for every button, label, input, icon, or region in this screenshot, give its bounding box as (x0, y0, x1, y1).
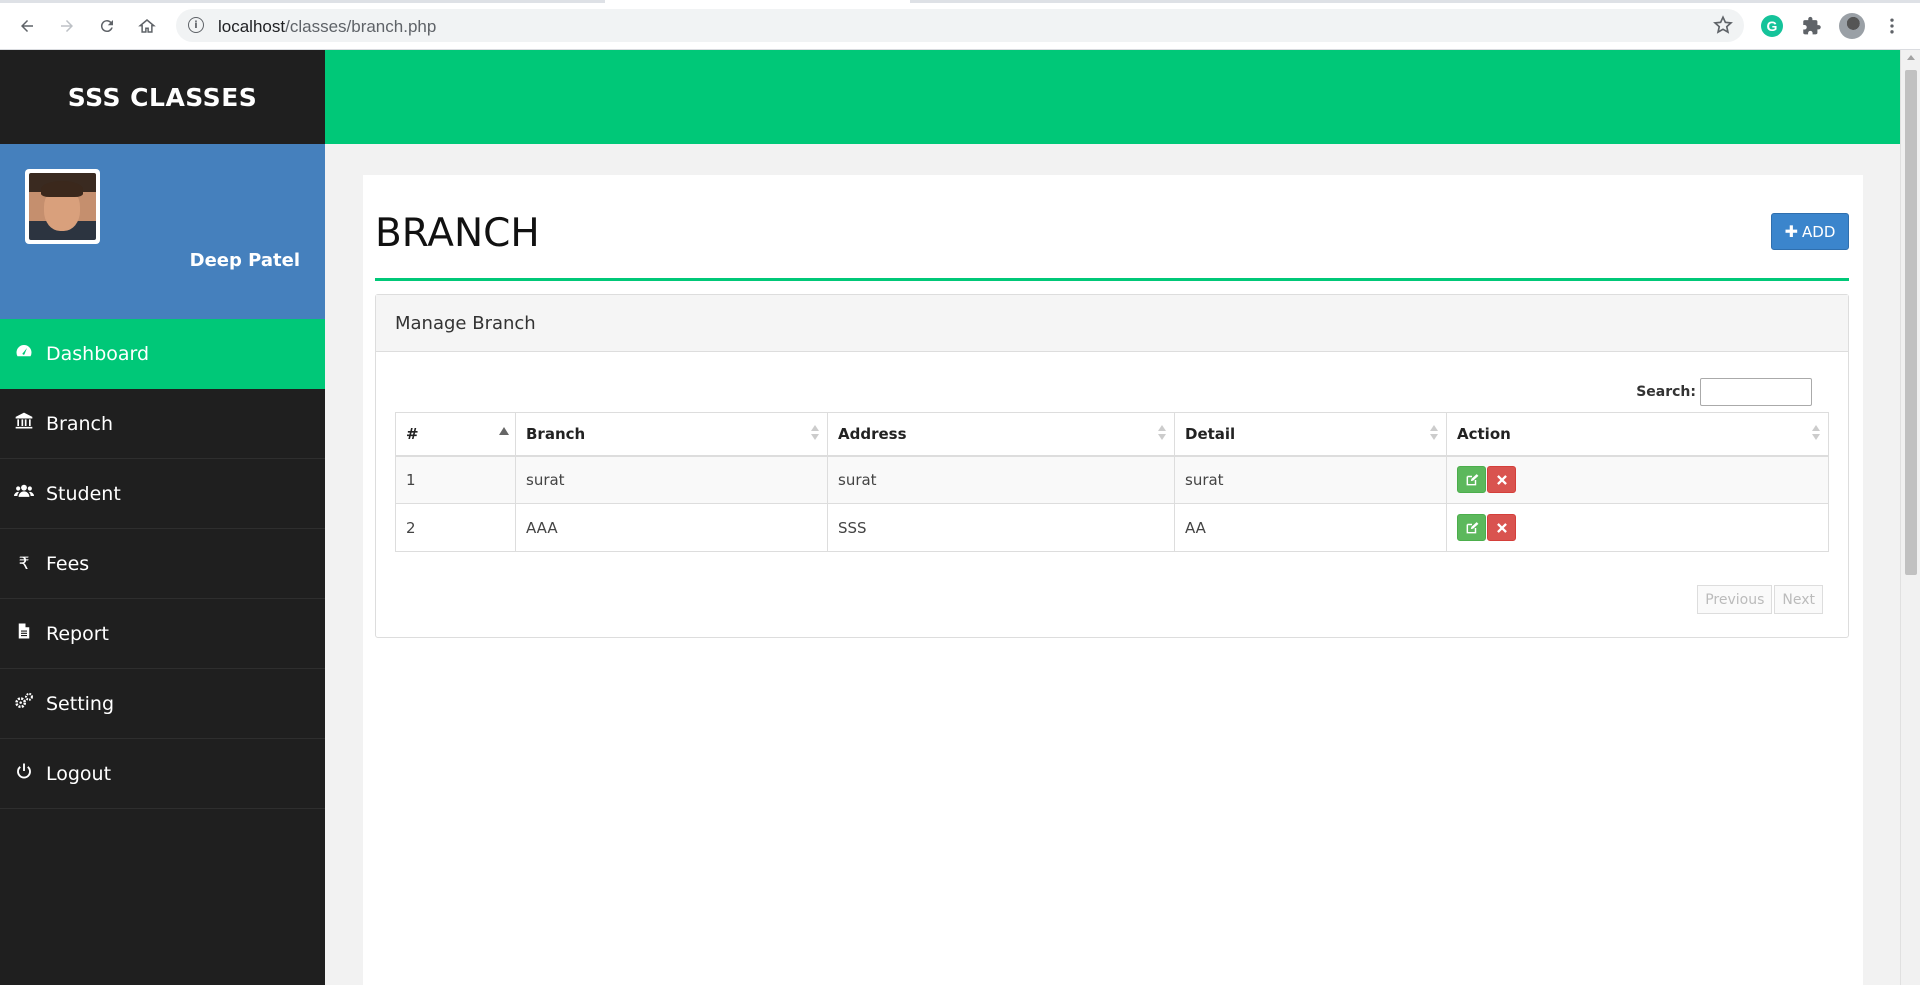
column-header-action[interactable]: Action (1446, 412, 1829, 457)
scrollbar-thumb[interactable] (1905, 70, 1917, 575)
tab-strip (0, 0, 1920, 3)
branch-table: # Branch Address Detail Action 1 surat s… (395, 412, 1829, 552)
add-branch-button[interactable]: ✚ ADD (1771, 213, 1849, 250)
sidebar-item-fees[interactable]: ₹ Fees (0, 529, 325, 599)
title-divider (375, 278, 1849, 281)
sidebar-item-student[interactable]: Student (0, 459, 325, 529)
main-content-card: BRANCH ✚ ADD Manage Branch Search: # Bra… (363, 175, 1863, 985)
sidebar-item-setting[interactable]: Setting (0, 669, 325, 739)
edit-icon (1466, 473, 1478, 486)
column-header-number[interactable]: # (395, 412, 516, 457)
user-name: Deep Patel (189, 250, 300, 271)
search-label: Search: (1636, 384, 1696, 400)
manage-branch-panel: Manage Branch Search: # Branch Address D… (375, 294, 1849, 638)
search-input[interactable] (1700, 378, 1812, 406)
sidebar-item-label: Report (46, 622, 109, 645)
previous-page-button[interactable]: Previous (1697, 585, 1773, 614)
scroll-up-arrow-icon[interactable] (1907, 55, 1915, 60)
table-row: 1 surat surat surat (395, 455, 1829, 504)
cell-address: SSS (827, 503, 1175, 552)
sidebar-item-label: Fees (46, 552, 90, 575)
column-header-detail[interactable]: Detail (1174, 412, 1447, 457)
plus-icon: ✚ (1784, 222, 1799, 241)
sidebar: SSS CLASSES Deep Patel Dashboard Branch … (0, 50, 325, 985)
address-bar[interactable]: i localhost/classes/branch.php (176, 9, 1744, 42)
active-tab[interactable] (605, 0, 910, 3)
sidebar-item-logout[interactable]: Logout (0, 739, 325, 809)
bookmark-star-icon[interactable] (1712, 14, 1734, 36)
next-page-button[interactable]: Next (1774, 585, 1823, 614)
sidebar-item-label: Branch (46, 412, 114, 435)
edit-button[interactable] (1457, 466, 1486, 494)
pagination: Previous Next (1695, 585, 1823, 614)
page-title: BRANCH (375, 211, 540, 256)
cell-number: 2 (395, 503, 516, 552)
cell-number: 1 (395, 455, 516, 504)
sort-ascending-icon (499, 425, 509, 443)
add-button-label: ADD (1802, 222, 1836, 241)
sidebar-item-label: Dashboard (46, 342, 150, 365)
reload-icon[interactable] (94, 13, 120, 39)
cell-action (1446, 455, 1829, 504)
cell-branch: AAA (515, 503, 828, 552)
close-icon (1496, 522, 1507, 533)
home-icon[interactable] (134, 13, 160, 39)
sort-icon (1430, 425, 1438, 443)
cell-branch: surat (515, 455, 828, 504)
cell-action (1446, 503, 1829, 552)
rupee-icon: ₹ (18, 553, 30, 574)
panel-title: Manage Branch (376, 295, 1848, 352)
edit-button[interactable] (1457, 514, 1486, 541)
users-icon (12, 481, 36, 506)
table-header-row: # Branch Address Detail Action (395, 412, 1829, 457)
bank-icon (12, 411, 36, 436)
power-icon (12, 762, 36, 785)
profile-avatar-icon[interactable] (1839, 13, 1865, 39)
kebab-menu-icon[interactable] (1879, 13, 1905, 39)
back-arrow-icon[interactable] (14, 13, 40, 39)
close-icon (1496, 474, 1507, 485)
user-profile-panel: Deep Patel (0, 144, 325, 319)
dashboard-icon (12, 342, 36, 365)
grammarly-extension-icon[interactable]: G (1759, 13, 1785, 39)
extensions-puzzle-icon[interactable] (1799, 13, 1825, 39)
sidebar-item-dashboard[interactable]: Dashboard (0, 319, 325, 389)
cell-detail: AA (1174, 503, 1447, 552)
delete-button[interactable] (1487, 514, 1516, 541)
column-header-address[interactable]: Address (827, 412, 1175, 457)
sidebar-item-label: Setting (46, 692, 115, 715)
site-info-icon[interactable]: i (188, 17, 204, 33)
column-header-branch[interactable]: Branch (515, 412, 828, 457)
delete-button[interactable] (1487, 466, 1516, 494)
browser-toolbar: i localhost/classes/branch.php G (0, 0, 1920, 50)
search-control: Search: (1636, 378, 1812, 406)
edit-icon (1466, 521, 1478, 533)
sort-icon (1158, 425, 1166, 443)
cell-detail: surat (1174, 455, 1447, 504)
sort-icon (1812, 425, 1820, 443)
brand-title: SSS CLASSES (67, 82, 258, 112)
forward-arrow-icon[interactable] (54, 13, 80, 39)
cell-address: surat (827, 455, 1175, 504)
avatar (25, 169, 100, 244)
url-text: localhost/classes/branch.php (218, 17, 437, 36)
sort-icon (811, 425, 819, 443)
sidebar-item-report[interactable]: Report (0, 599, 325, 669)
top-header-bar (325, 50, 1900, 144)
gears-icon (12, 691, 36, 716)
page-scrollbar[interactable] (1900, 50, 1920, 985)
file-icon (12, 622, 36, 645)
sidebar-item-label: Logout (46, 762, 112, 785)
sidebar-item-branch[interactable]: Branch (0, 389, 325, 459)
table-row: 2 AAA SSS AA (395, 503, 1829, 552)
sidebar-item-label: Student (46, 482, 121, 505)
